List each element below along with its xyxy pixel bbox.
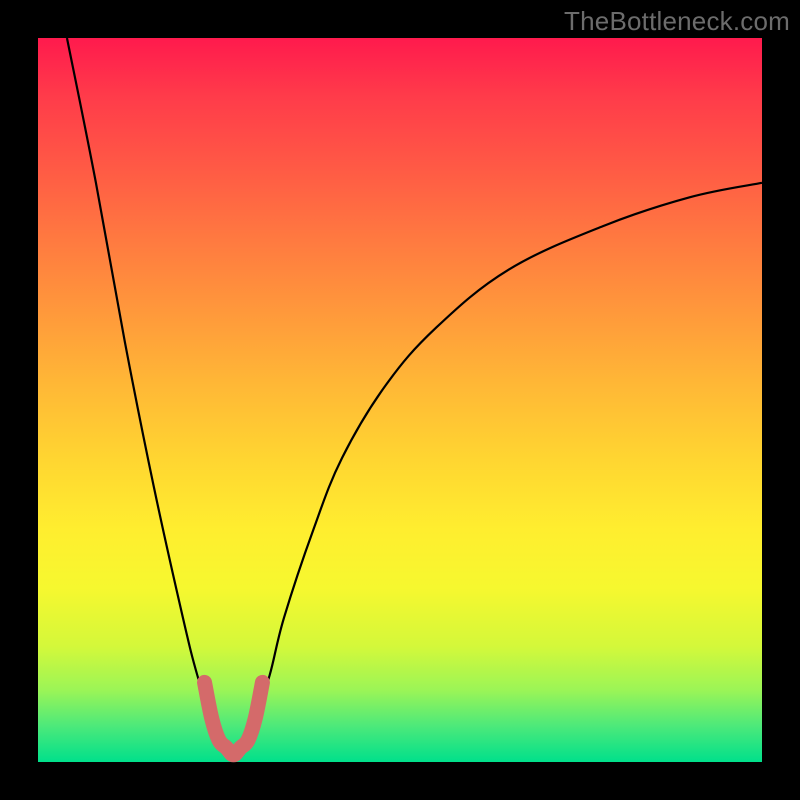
curve-layer	[38, 38, 762, 762]
chart-frame: TheBottleneck.com	[0, 0, 800, 800]
watermark-text: TheBottleneck.com	[564, 6, 790, 37]
plot-area	[38, 38, 762, 762]
bottleneck-curve	[67, 38, 762, 755]
highlight-segment	[205, 682, 263, 754]
